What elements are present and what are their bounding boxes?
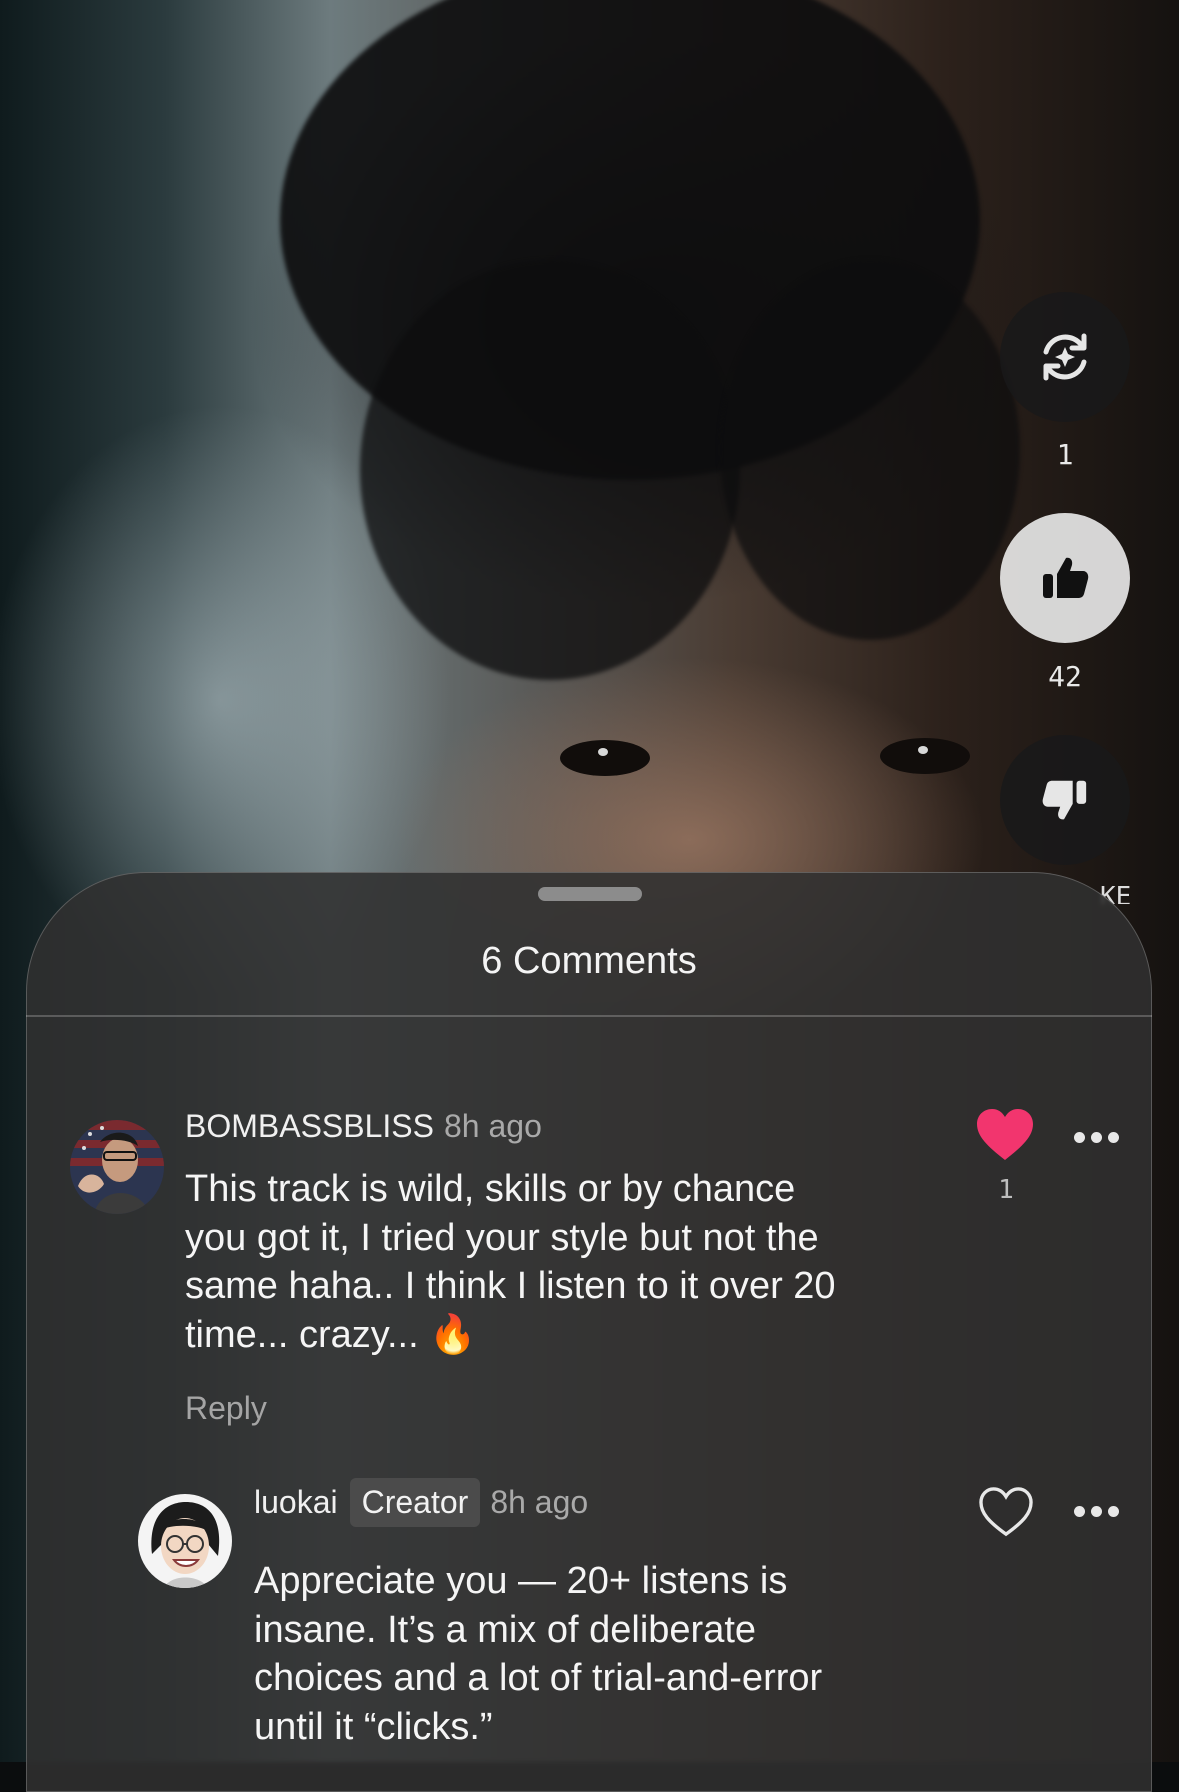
thumbs-up-icon [1043,557,1089,598]
like-button[interactable] [1000,513,1130,643]
dot-icon [1108,1132,1119,1143]
comment-line: until it “clicks.” [254,1705,493,1748]
dot-icon [1091,1132,1102,1143]
dislike-button[interactable] [1000,735,1130,865]
avatar[interactable] [138,1494,232,1588]
comment-line: Appreciate you — 20+ listens is [254,1560,788,1602]
thumbs-down-icon [1042,780,1087,820]
more-options-button[interactable] [1074,1506,1119,1517]
comment-line: choices and a lot of trial-and-error [254,1657,823,1699]
comment-timestamp: 8h ago [490,1484,589,1520]
comment-line: This track is wild, skills or by chance [185,1168,796,1210]
comment-text: This track is wild, skills or by chance … [185,1165,836,1359]
dot-icon [1074,1506,1085,1517]
reply-button[interactable]: Reply [185,1390,267,1427]
comment-text: Appreciate you — 20+ listens is insane. … [254,1557,822,1751]
comment-header: BOMBASSBLISS 8h ago [185,1108,542,1145]
remix-button[interactable] [1000,292,1130,422]
dot-icon [1074,1132,1085,1143]
comments-title: 6 Comments [481,940,697,982]
dot-icon [1091,1506,1102,1517]
comment-line: insane. It’s a mix of deliberate [254,1608,757,1651]
more-options-button[interactable] [1074,1132,1119,1143]
sheet-divider [26,1015,1152,1017]
comment-username[interactable]: BOMBASSBLISS [185,1108,434,1145]
remix-count: 1 [1056,438,1074,471]
heart-outline-icon[interactable] [977,1486,1035,1538]
comment-timestamp: 8h ago [443,1108,542,1144]
sheet-drag-handle[interactable] [538,887,642,901]
comment-header: luokai Creator 8h ago [254,1478,588,1527]
creator-badge: Creator [349,1478,481,1527]
remix-icon [1043,333,1087,381]
comment-like-count: 1 [998,1175,1014,1205]
dot-icon [1108,1506,1119,1517]
avatar[interactable] [70,1120,164,1214]
heart-filled-icon[interactable] [975,1108,1035,1162]
comment-line: you got it, I tried your style but not t… [185,1216,819,1259]
comment-line: time... crazy... 🔥 [185,1313,477,1356]
comment-line: same haha.. I think I listen to it over … [185,1265,836,1307]
comment-username[interactable]: luokai [254,1484,338,1521]
like-count: 42 [1048,660,1082,693]
